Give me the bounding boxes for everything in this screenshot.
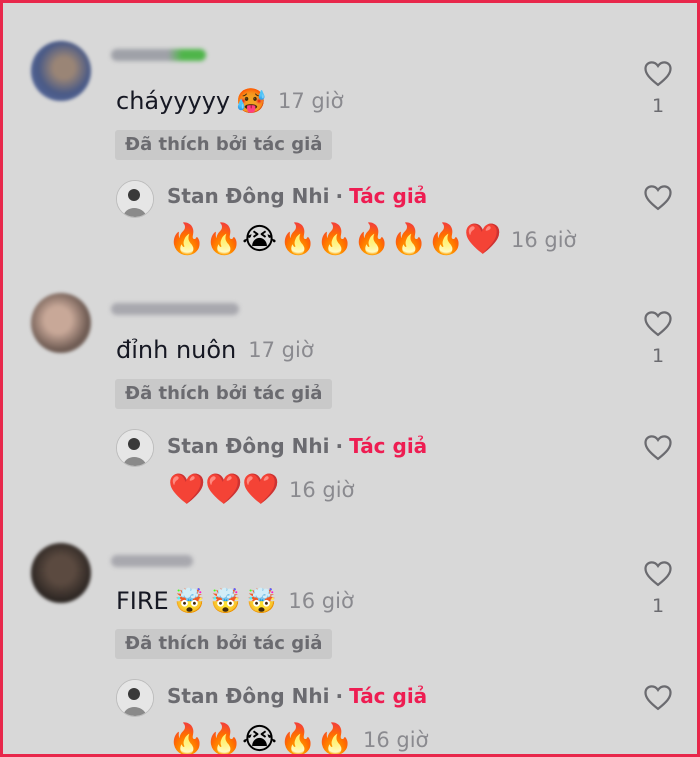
crying-emoji: 😭 bbox=[242, 722, 278, 757]
like-heart-icon[interactable] bbox=[643, 309, 673, 337]
heart-emoji: ❤️ bbox=[464, 222, 502, 257]
reply-author-name[interactable]: Stan Đông Nhi bbox=[167, 684, 330, 708]
fire-emoji: 🔥 bbox=[316, 722, 354, 757]
separator-dot: · bbox=[335, 684, 344, 708]
heart-emoji: ❤️ bbox=[242, 472, 280, 507]
like-heart-icon[interactable] bbox=[643, 59, 673, 87]
liked-by-author-badge: Đã thích bởi tác giả bbox=[115, 130, 333, 160]
reply-text: ❤️ ❤️ ❤️ 16 giờ bbox=[168, 473, 354, 507]
author-avatar[interactable] bbox=[116, 679, 154, 717]
comment-text: FIRE 🤯 🤯 🤯 16 giờ bbox=[116, 587, 354, 615]
reply-time: 16 giờ bbox=[511, 228, 577, 252]
crying-emoji: 😭 bbox=[242, 222, 278, 257]
separator-dot: · bbox=[335, 434, 344, 458]
reply-time: 16 giờ bbox=[363, 728, 429, 752]
exploding-head-emoji: 🤯 bbox=[246, 587, 277, 615]
like-heart-icon[interactable] bbox=[643, 433, 673, 461]
fire-emoji: 🔥 bbox=[353, 222, 391, 257]
avatar[interactable] bbox=[31, 293, 91, 353]
like-count: 1 bbox=[651, 595, 665, 617]
comment-text: đỉnh nuôn 17 giờ bbox=[116, 336, 314, 364]
author-avatar-image bbox=[117, 680, 153, 716]
liked-by-author-badge: Đã thích bởi tác giả bbox=[115, 629, 333, 659]
fire-emoji: 🔥 bbox=[205, 222, 243, 257]
username-blurred[interactable] bbox=[111, 555, 193, 567]
separator-dot: · bbox=[335, 184, 344, 208]
author-tag: Tác giả bbox=[349, 684, 428, 708]
fire-emoji: 🔥 bbox=[205, 722, 243, 757]
fire-emoji: 🔥 bbox=[316, 222, 354, 257]
fire-emoji: 🔥 bbox=[279, 722, 317, 757]
reply-text: 🔥 🔥 😭 🔥 🔥 🔥 🔥 🔥 ❤️ 16 giờ bbox=[168, 223, 576, 257]
comment-body: FIRE bbox=[116, 587, 169, 615]
author-avatar[interactable] bbox=[116, 429, 154, 467]
avatar[interactable] bbox=[31, 543, 91, 603]
author-avatar-image bbox=[117, 430, 153, 466]
hot-face-emoji: 🥵 bbox=[236, 87, 267, 115]
comment-time: 16 giờ bbox=[288, 589, 354, 613]
comment-time: 17 giờ bbox=[278, 89, 344, 113]
comment-body: cháyyyyy bbox=[116, 87, 231, 115]
like-heart-icon[interactable] bbox=[643, 559, 673, 587]
author-avatar-image bbox=[117, 181, 153, 217]
comment-text: cháyyyyy 🥵 17 giờ bbox=[116, 87, 343, 115]
reply-text: 🔥 🔥 😭 🔥 🔥 16 giờ bbox=[168, 722, 429, 757]
reply-author-name[interactable]: Stan Đông Nhi bbox=[167, 434, 330, 458]
author-tag: Tác giả bbox=[349, 434, 428, 458]
author-avatar[interactable] bbox=[116, 180, 154, 218]
author-tag: Tác giả bbox=[349, 184, 428, 208]
like-heart-icon[interactable] bbox=[643, 183, 673, 211]
fire-emoji: 🔥 bbox=[390, 222, 428, 257]
username-blurred[interactable] bbox=[111, 49, 206, 61]
reply-author-name[interactable]: Stan Đông Nhi bbox=[167, 184, 330, 208]
exploding-head-emoji: 🤯 bbox=[174, 587, 205, 615]
fire-emoji: 🔥 bbox=[427, 222, 465, 257]
comment-list: cháyyyyy 🥵 17 giờ Đã thích bởi tác giả 1 S… bbox=[0, 0, 700, 757]
fire-emoji: 🔥 bbox=[168, 222, 206, 257]
reply-author[interactable]: Stan Đông Nhi · Tác giả bbox=[167, 184, 427, 208]
fire-emoji: 🔥 bbox=[279, 222, 317, 257]
like-heart-icon[interactable] bbox=[643, 683, 673, 711]
avatar[interactable] bbox=[31, 41, 91, 101]
fire-emoji: 🔥 bbox=[168, 722, 206, 757]
heart-emoji: ❤️ bbox=[168, 472, 206, 507]
like-count: 1 bbox=[651, 345, 665, 367]
comment-time: 17 giờ bbox=[248, 338, 314, 362]
reply-author[interactable]: Stan Đông Nhi · Tác giả bbox=[167, 684, 427, 708]
liked-by-author-badge: Đã thích bởi tác giả bbox=[115, 379, 333, 409]
reply-author[interactable]: Stan Đông Nhi · Tác giả bbox=[167, 434, 427, 458]
username-blurred[interactable] bbox=[111, 303, 239, 315]
reply-time: 16 giờ bbox=[289, 478, 355, 502]
comment-body: đỉnh nuôn bbox=[116, 336, 237, 364]
like-count: 1 bbox=[651, 95, 665, 117]
exploding-head-emoji: 🤯 bbox=[210, 587, 241, 615]
heart-emoji: ❤️ bbox=[205, 472, 243, 507]
